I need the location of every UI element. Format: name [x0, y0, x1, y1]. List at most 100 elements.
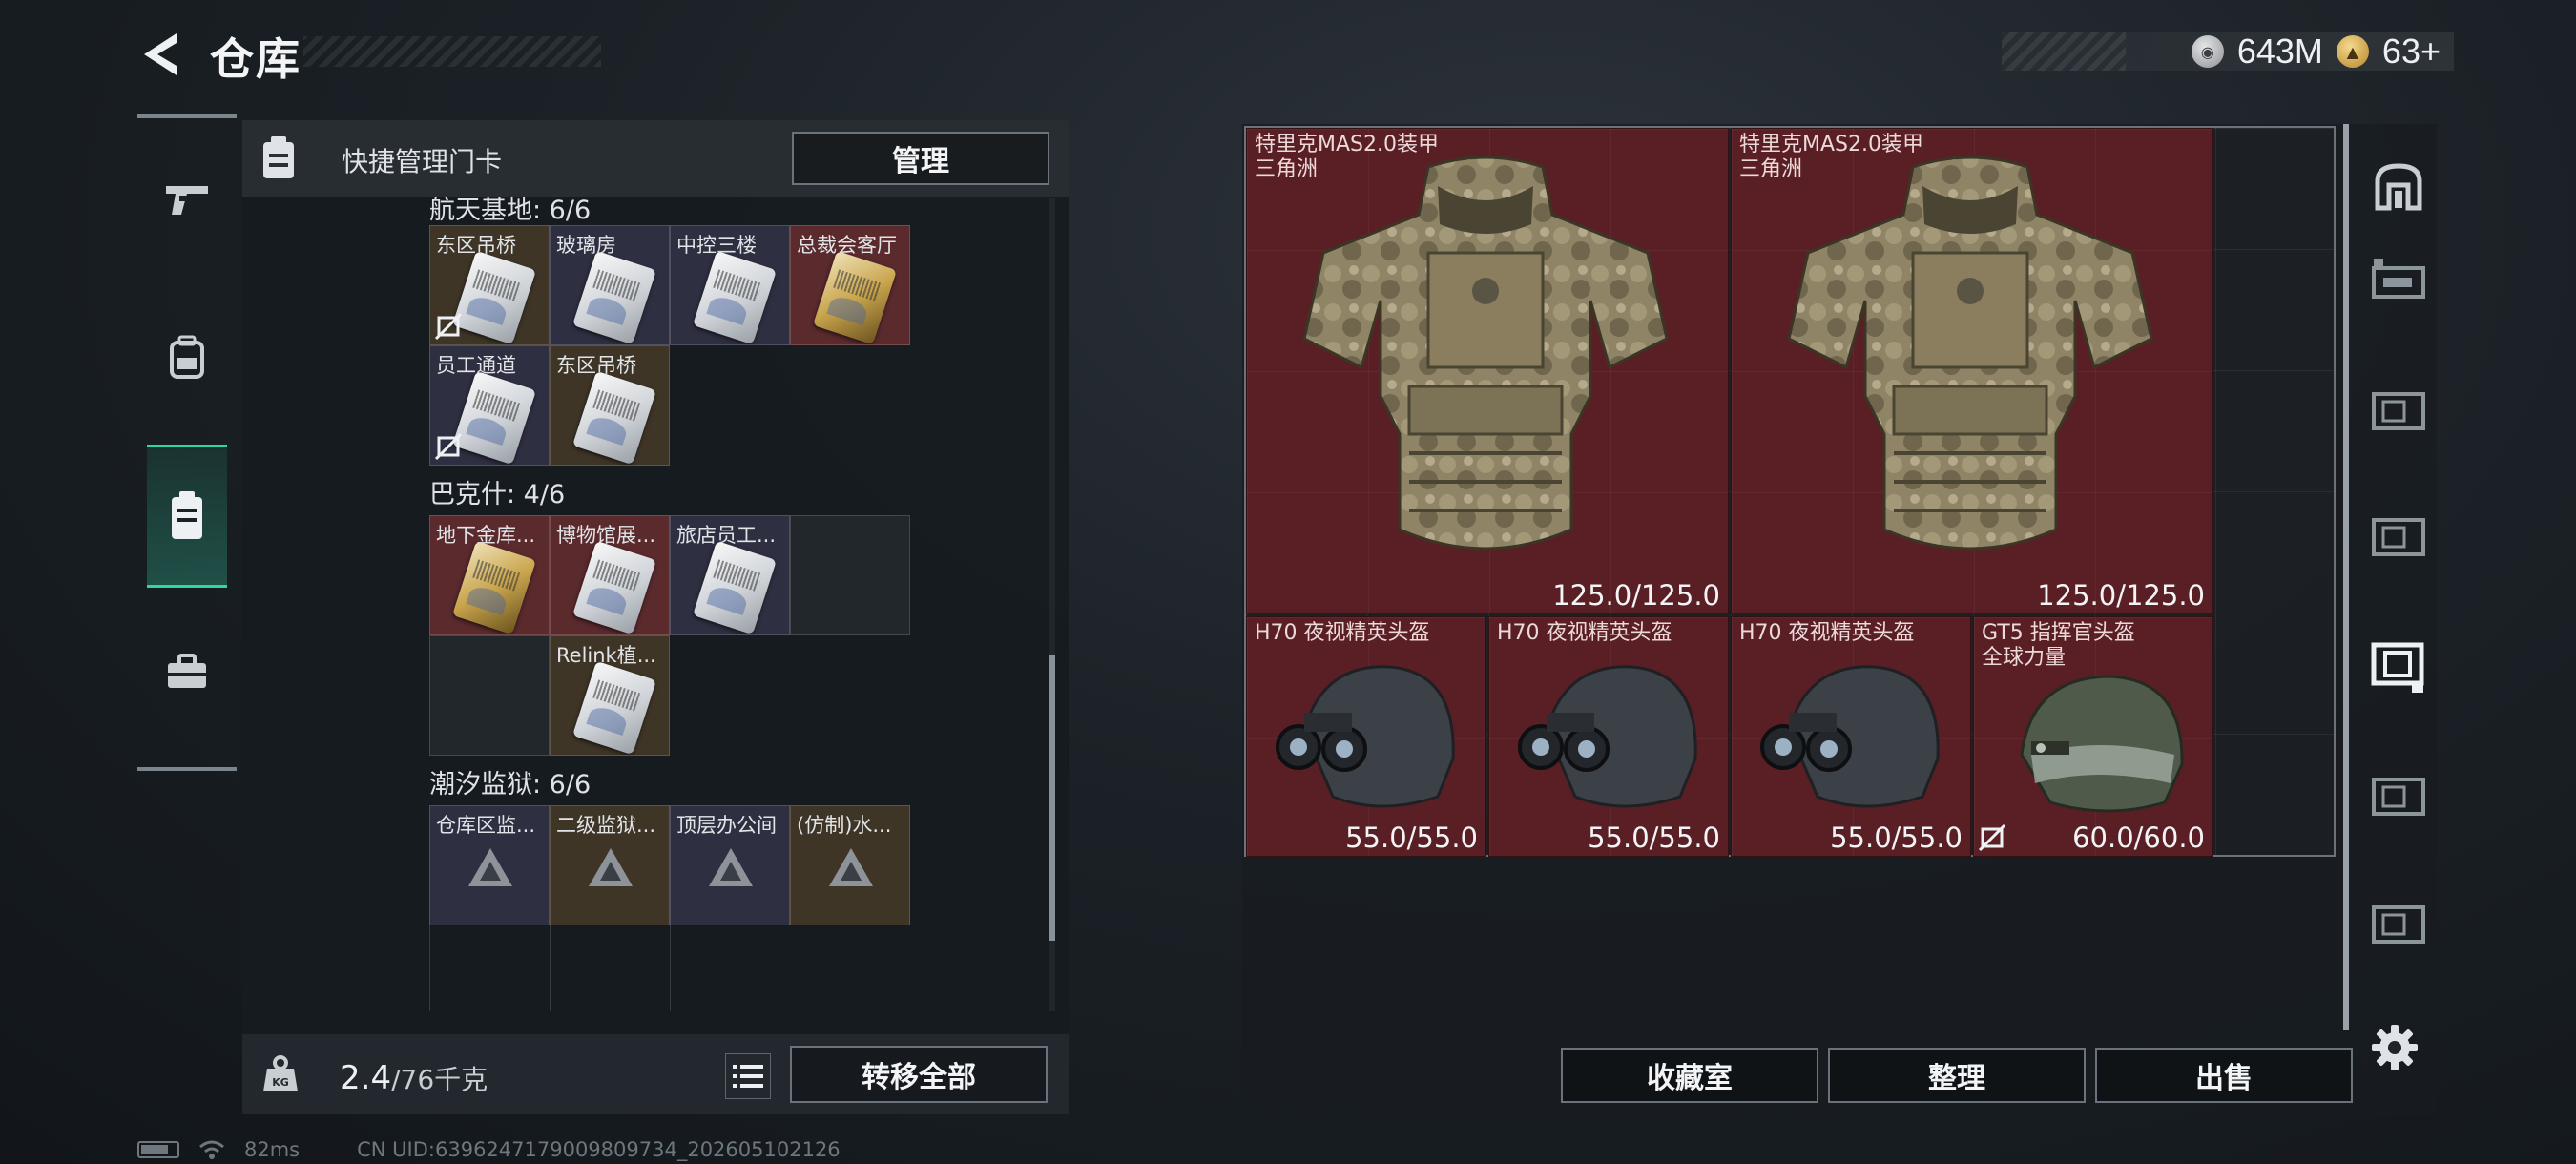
keycard-name: Relink植... [556, 644, 656, 667]
vault-icon [2375, 163, 2422, 211]
backpack-icon [170, 335, 204, 379]
unbound-icon [434, 432, 463, 461]
delta-logo-icon [468, 848, 512, 886]
item-armor[interactable]: 特里克MAS2.0装甲 三角洲 125.0/125.0 [1731, 128, 2213, 614]
keycard-name: 仓库区监... [436, 814, 536, 837]
keycard-name: 旅店员工... [676, 524, 777, 547]
keycard-slot[interactable]: 仓库区监... [429, 805, 550, 925]
storage-tab-all[interactable] [2368, 156, 2429, 218]
keycard-image [692, 540, 778, 634]
collection-room-button[interactable]: 收藏室 [1561, 1048, 1818, 1103]
keycard-image [812, 250, 898, 344]
keycard-image [571, 370, 657, 465]
keycard-image [692, 250, 778, 344]
item-name: H70 夜视精英头盔 [1255, 621, 1430, 645]
weight-max: /76千克 [391, 1064, 488, 1095]
item-durability: 60.0/60.0 [2072, 821, 2205, 854]
storage-tab-1[interactable] [2368, 248, 2429, 309]
keycard-name: 总裁会客厅 [797, 234, 897, 257]
storage-tab-4-active[interactable] [2368, 635, 2429, 696]
settings-button[interactable] [2368, 1021, 2421, 1074]
keycard-image [451, 250, 537, 344]
storage-box-icon [2372, 905, 2425, 944]
keycard-name: (仿制)水... [797, 814, 892, 837]
keycard-slot[interactable]: Relink植... [550, 635, 670, 756]
nav-item-equipment[interactable] [147, 305, 227, 410]
nav-item-supplies[interactable] [147, 620, 227, 725]
keycard-slot[interactable]: 顶层办公间 [670, 805, 790, 925]
section-title: 航天基地: 6/6 [429, 197, 592, 225]
gold-coin-icon: ▲ [2336, 35, 2369, 68]
keycard-slot[interactable]: 博物馆展... [550, 515, 670, 635]
keycard-slot[interactable]: (仿制)水... [790, 805, 910, 925]
title-decoration [303, 36, 601, 67]
keycard-slot[interactable]: 中控三楼 [670, 225, 790, 345]
keycard-slot[interactable]: 玻璃房 [550, 225, 670, 345]
back-arrow-icon [144, 33, 177, 75]
user-uid: CN UID:6396247179009809734_202605102126 [357, 1138, 841, 1161]
keycard-name: 东区吊桥 [556, 354, 636, 377]
keycard-icon [172, 491, 202, 539]
item-helmet[interactable]: H70 夜视精英头盔 55.0/55.0 [1488, 616, 1729, 857]
nav-item-weapons[interactable] [147, 147, 227, 252]
keycard-name: 玻璃房 [556, 234, 616, 257]
organize-button[interactable]: 整理 [1828, 1048, 2086, 1103]
item-durability: 55.0/55.0 [1588, 821, 1720, 854]
keycard-slot[interactable]: 二级监狱... [550, 805, 670, 925]
weight-bar: KG 2.4/76千克 转移全部 [242, 1034, 1069, 1114]
keycard-slot[interactable]: 地下金库... [429, 515, 550, 635]
list-view-button[interactable] [725, 1053, 771, 1099]
item-helmet[interactable]: GT5 指挥官头盔 全球力量 60.0/60.0 [1973, 616, 2213, 857]
keycard-slot[interactable]: 员工通道 [429, 345, 550, 466]
svg-text:KG: KG [272, 1076, 289, 1089]
storage-tab-2[interactable] [2368, 380, 2429, 441]
storage-box-icon [2372, 392, 2425, 430]
commander-helmet-icon [2020, 675, 2184, 813]
storage-tabs [2360, 124, 2437, 1002]
manage-button[interactable]: 管理 [792, 132, 1049, 185]
keycard-slot[interactable]: 东区吊桥 [550, 345, 670, 466]
keycard-name: 中控三楼 [676, 234, 757, 257]
storage-box-icon [2372, 518, 2425, 556]
night-vision-helmet-icon [1518, 665, 1697, 808]
keycard-image [451, 370, 537, 465]
keycard-name: 东区吊桥 [436, 234, 516, 257]
keycard-image [451, 540, 537, 634]
night-vision-helmet-icon [1276, 665, 1455, 808]
keycard-name: 博物馆展... [556, 524, 656, 547]
body-armor-icon [1787, 156, 2153, 551]
storage-panel: 特里克MAS2.0装甲 三角洲 125.0/125.0 特里克MAS2.0装甲 三角… [1242, 124, 2437, 1116]
weight-icon: KG [260, 1053, 301, 1095]
item-helmet[interactable]: H70 夜视精英头盔 55.0/55.0 [1731, 616, 1971, 857]
item-name: H70 夜视精英头盔 [1739, 621, 1915, 645]
unbound-icon [434, 312, 463, 341]
back-button[interactable] [134, 27, 189, 82]
item-armor[interactable]: 特里克MAS2.0装甲 三角洲 125.0/125.0 [1246, 128, 1729, 614]
transfer-all-button[interactable]: 转移全部 [790, 1046, 1048, 1103]
night-vision-helmet-icon [1760, 665, 1940, 808]
keycard-name: 地下金库... [436, 524, 536, 547]
storage-tab-3[interactable] [2368, 506, 2429, 567]
storage-tab-6[interactable] [2368, 893, 2429, 954]
delta-logo-icon [589, 848, 633, 886]
keycard-scrollbar-thumb[interactable] [1049, 655, 1055, 941]
keycard-slot[interactable]: 东区吊桥 [429, 225, 550, 345]
storage-tab-5[interactable] [2368, 765, 2429, 826]
keycard-slot[interactable]: 旅店员工... [670, 515, 790, 635]
ping-value: 82ms [244, 1138, 301, 1161]
status-bar: 82ms CN UID:6396247179009809734_20260510… [137, 1137, 841, 1162]
nav-item-keycards[interactable] [147, 445, 227, 588]
item-helmet[interactable]: H70 夜视精英头盔 55.0/55.0 [1246, 616, 1486, 857]
sell-button[interactable]: 出售 [2095, 1048, 2353, 1103]
currency-bar: ◉ 643M ▲ 63+ [2002, 31, 2454, 71]
item-durability: 125.0/125.0 [2037, 579, 2205, 612]
storage-scrollbar[interactable] [2343, 124, 2349, 1030]
unbound-icon [1978, 823, 2006, 852]
keycard-image [571, 250, 657, 344]
keycard-name: 顶层办公间 [676, 814, 777, 837]
keycard-name: 二级监狱... [556, 814, 656, 837]
section-title: 巴克什: 4/6 [429, 480, 566, 509]
keycard-list[interactable]: 航天基地: 6/6 东区吊桥 玻璃房 中控三楼 总裁会客厅 员工通道 东区吊桥 巴克什: … [242, 197, 1069, 1011]
gear-icon [2372, 1025, 2418, 1070]
keycard-slot[interactable]: 总裁会客厅 [790, 225, 910, 345]
